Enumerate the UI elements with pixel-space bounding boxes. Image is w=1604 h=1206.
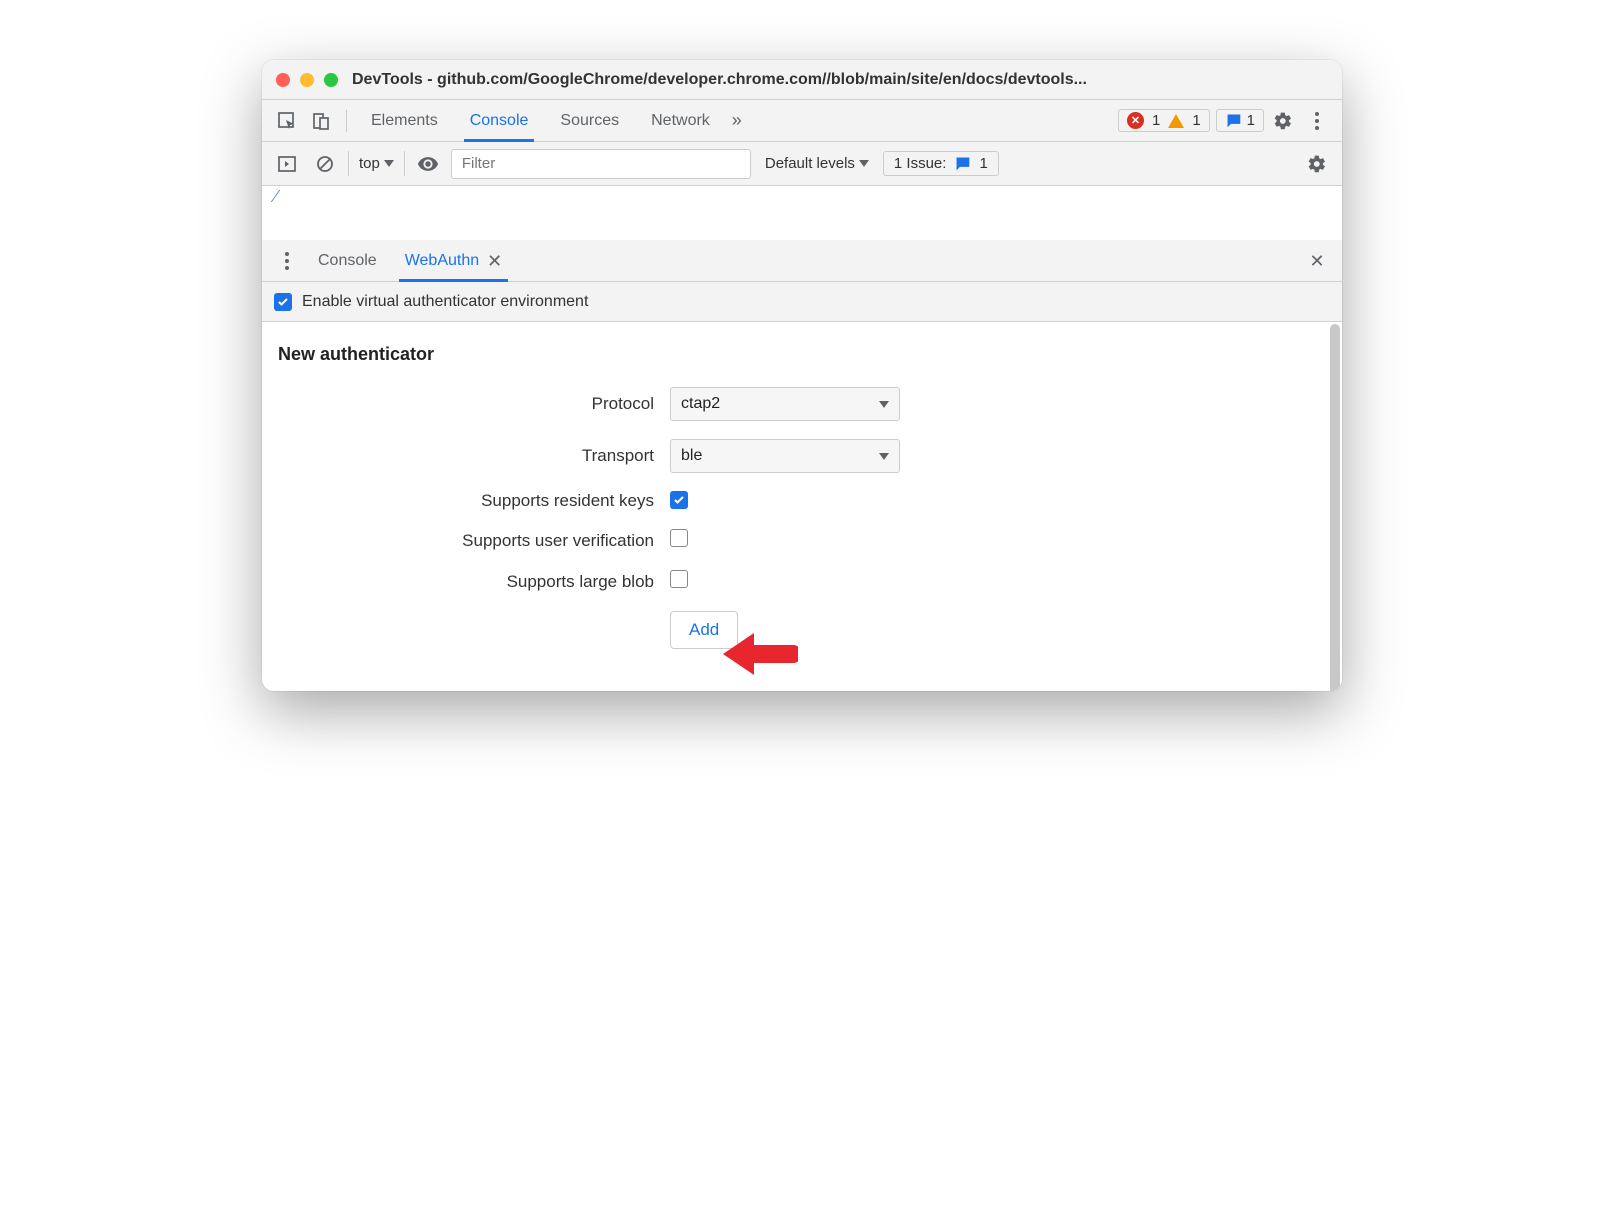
error-count: 1: [1152, 112, 1160, 129]
webauthn-panel: New authenticator Protocol ctap2 Transpo…: [262, 322, 1342, 691]
device-toolbar-icon[interactable]: [306, 106, 336, 136]
user-verification-checkbox[interactable]: [670, 529, 688, 547]
error-icon: ✕: [1127, 112, 1144, 129]
console-output: ⁄: [262, 186, 1342, 240]
clear-console-icon[interactable]: [310, 149, 340, 179]
caret-down-icon: [384, 160, 394, 167]
protocol-value: ctap2: [681, 395, 720, 413]
large-blob-label: Supports large blob: [278, 572, 670, 592]
warning-icon: [1168, 114, 1184, 128]
separator: [346, 110, 347, 132]
vertical-scrollbar[interactable]: [1330, 324, 1340, 691]
annotation-arrow-icon: [718, 627, 798, 681]
minimize-window-button[interactable]: [300, 73, 314, 87]
console-sidebar-toggle-icon[interactable]: [272, 149, 302, 179]
messages-badge[interactable]: 1: [1216, 109, 1264, 132]
levels-label: Default levels: [765, 155, 855, 172]
transport-value: ble: [681, 447, 702, 465]
caret-down-icon: [879, 453, 889, 460]
status-badges: ✕ 1 1 1: [1118, 109, 1264, 132]
drawer-tab-webauthn-label: WebAuthn: [405, 252, 479, 270]
tab-elements[interactable]: Elements: [357, 100, 452, 142]
log-levels-selector[interactable]: Default levels: [759, 155, 875, 172]
message-count: 1: [1247, 112, 1255, 129]
resident-keys-checkbox[interactable]: [670, 491, 688, 509]
transport-label: Transport: [278, 446, 670, 466]
tab-console[interactable]: Console: [456, 100, 543, 142]
close-window-button[interactable]: [276, 73, 290, 87]
issues-count: 1: [979, 155, 987, 172]
enable-label: Enable virtual authenticator environment: [302, 293, 588, 311]
live-expression-icon[interactable]: [413, 149, 443, 179]
drawer-tab-console[interactable]: Console: [306, 240, 389, 282]
tab-sources[interactable]: Sources: [546, 100, 633, 142]
resident-keys-label: Supports resident keys: [278, 491, 670, 511]
filter-input[interactable]: [451, 149, 751, 179]
close-tab-icon[interactable]: ✕: [487, 252, 502, 270]
caret-down-icon: [879, 401, 889, 408]
message-icon: [1225, 112, 1242, 129]
titlebar: DevTools - github.com/GoogleChrome/devel…: [262, 60, 1342, 100]
drawer-tabbar: Console WebAuthn ✕ ✕: [262, 240, 1342, 282]
devtools-window: DevTools - github.com/GoogleChrome/devel…: [262, 60, 1342, 691]
errors-warnings-badge[interactable]: ✕ 1 1: [1118, 109, 1210, 132]
inspect-element-icon[interactable]: [272, 106, 302, 136]
message-icon: [954, 155, 971, 172]
zoom-window-button[interactable]: [324, 73, 338, 87]
console-toolbar: top Default levels 1 Issue: 1: [262, 142, 1342, 186]
tab-network[interactable]: Network: [637, 100, 724, 142]
issues-indicator[interactable]: 1 Issue: 1: [883, 151, 999, 176]
more-tabs-icon[interactable]: »: [728, 110, 746, 131]
kebab-menu-icon[interactable]: [1302, 106, 1332, 136]
console-prompt-icon: ⁄: [274, 186, 277, 207]
console-settings-icon[interactable]: [1302, 149, 1332, 179]
drawer-menu-icon[interactable]: [272, 246, 302, 276]
form-title: New authenticator: [278, 344, 1326, 365]
close-drawer-icon[interactable]: ✕: [1302, 246, 1332, 276]
transport-select[interactable]: ble: [670, 439, 900, 473]
new-authenticator-form: New authenticator Protocol ctap2 Transpo…: [262, 322, 1342, 691]
context-selector[interactable]: top: [348, 151, 405, 176]
issues-label: 1 Issue:: [894, 155, 947, 172]
enable-bar: Enable virtual authenticator environment: [262, 282, 1342, 322]
context-label: top: [359, 155, 380, 172]
main-tabbar: Elements Console Sources Network » ✕ 1 1…: [262, 100, 1342, 142]
settings-icon[interactable]: [1268, 106, 1298, 136]
large-blob-checkbox[interactable]: [670, 570, 688, 588]
window-title: DevTools - github.com/GoogleChrome/devel…: [352, 71, 1328, 89]
caret-down-icon: [859, 160, 869, 167]
user-verification-label: Supports user verification: [278, 531, 670, 551]
drawer-tab-webauthn[interactable]: WebAuthn ✕: [393, 240, 515, 282]
protocol-label: Protocol: [278, 394, 670, 414]
protocol-select[interactable]: ctap2: [670, 387, 900, 421]
warning-count: 1: [1192, 112, 1200, 129]
enable-checkbox[interactable]: [274, 293, 292, 311]
traffic-lights: [276, 73, 338, 87]
